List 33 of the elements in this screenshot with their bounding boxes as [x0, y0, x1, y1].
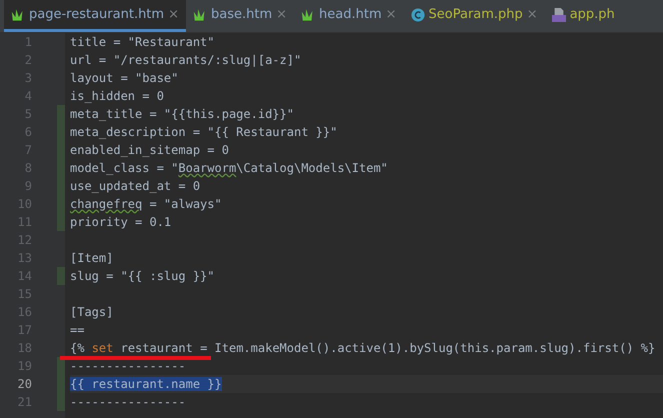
code-line: is_hidden = 0: [70, 88, 164, 105]
code-line: changefreq = "always": [70, 196, 222, 213]
file-tab[interactable]: base.htm ×: [186, 0, 294, 32]
code-line: {% set restaurant = Item.makeModel().active(1).bySlug(this.param.slug).first() %}: [70, 340, 656, 357]
code-line: url = "/restaurants/:slug|[a-z]": [70, 52, 302, 69]
code-line: [Tags]: [70, 304, 114, 321]
code-line: priority = 0.1: [70, 214, 172, 231]
close-icon[interactable]: ×: [276, 4, 288, 24]
line-number: 20: [16, 376, 33, 393]
code-line: model_class = "Boarworm\Catalog\Models\Item": [70, 160, 388, 177]
close-icon[interactable]: ×: [168, 4, 179, 24]
code-line: meta_title = "{{this.page.id}}": [70, 106, 294, 123]
code-line: meta_description = "{{ Restaurant }}": [70, 124, 338, 141]
code-line: enabled_in_sitemap = 0: [70, 142, 229, 159]
code-line: title = "Restaurant": [70, 34, 214, 51]
close-icon[interactable]: ×: [386, 4, 397, 24]
close-icon[interactable]: ×: [526, 4, 538, 24]
grass-icon: [11, 8, 25, 21]
class-icon: [410, 8, 425, 22]
code-line: ----------------: [70, 358, 186, 375]
file-tab[interactable]: app.ph: [544, 0, 622, 32]
grass-icon: [301, 8, 316, 21]
code-line: ==: [70, 322, 84, 339]
grass-icon: [192, 8, 207, 21]
code-line: [Item]: [70, 250, 114, 267]
file-tab[interactable]: page-restaurant.htm ×: [4, 0, 186, 32]
code-line: layout = "base": [70, 70, 178, 87]
code-line: use_updated_at = 0: [70, 178, 200, 195]
file-tab[interactable]: head.htm ×: [294, 0, 404, 32]
file-tab[interactable]: SeoParam.php ×: [404, 0, 545, 32]
php-file-icon: [552, 8, 566, 22]
code-line: slug = "{{ :slug }}": [70, 268, 214, 285]
code-line: ----------------: [70, 394, 186, 411]
